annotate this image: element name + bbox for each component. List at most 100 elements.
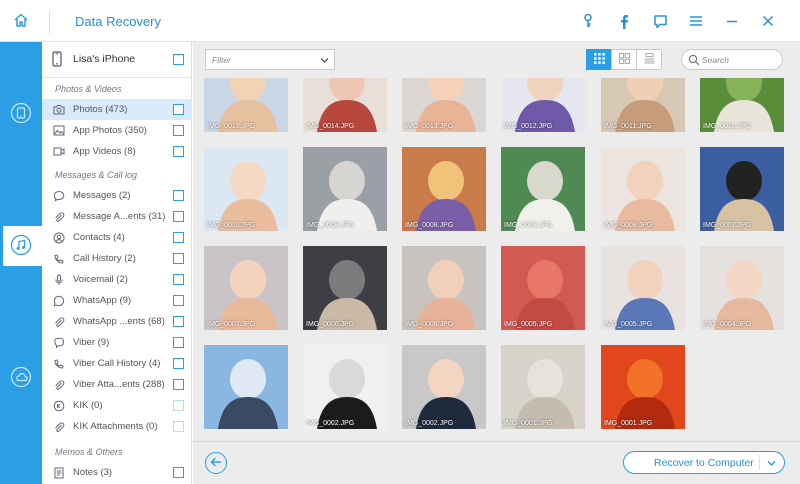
sidebar-item-whatsapp-attachments[interactable]: WhatsApp ...ents (68) <box>42 311 192 332</box>
photo-thumbnail[interactable]: IMG_0010.JPG <box>204 147 288 231</box>
photo-thumbnail[interactable] <box>204 345 288 429</box>
sidebar-item-checkbox[interactable] <box>173 146 184 157</box>
photo-thumbnail[interactable]: IMG_0001.JPG <box>601 345 685 429</box>
sidebar-item-label: WhatsApp ...ents (68) <box>73 316 165 327</box>
sidebar-item-call-history[interactable]: Call History (2) <box>42 248 192 269</box>
sidebar-item-checkbox[interactable] <box>173 211 184 222</box>
photo-thumbnail[interactable]: IMG_0012.JPG <box>501 78 585 132</box>
sidebar-item-checkbox[interactable] <box>173 104 184 115</box>
photo-image <box>303 246 387 330</box>
photo-image <box>501 147 585 231</box>
sidebar-item-checkbox[interactable] <box>173 295 184 306</box>
photo-image <box>402 147 486 231</box>
sidebar-item-label: Viber Call History (4) <box>73 358 161 369</box>
photo-caption: IMG_0011.JPG <box>604 123 652 130</box>
photo-thumbnail[interactable]: IMG_0005.JPG <box>501 246 585 330</box>
photo-thumbnail[interactable]: IMG_0004.JPG <box>700 246 784 330</box>
sidebar-item-whatsapp[interactable]: WhatsApp (9) <box>42 290 192 311</box>
sidebar-item-message-attachments[interactable]: Message A...ents (31) <box>42 206 192 227</box>
menu-button[interactable] <box>678 0 714 42</box>
sidebar-item-kik-attachments[interactable]: KIK Attachments (0) <box>42 416 192 437</box>
grid-view-button[interactable] <box>586 49 612 70</box>
arrow-left-icon <box>210 457 222 470</box>
recover-from-itunes-button[interactable] <box>0 226 42 266</box>
photo-thumbnail[interactable]: IMG_0008.JPG <box>402 147 486 231</box>
sidebar-item-app-videos[interactable]: App Videos (8) <box>42 141 192 162</box>
attachment-icon <box>52 315 65 328</box>
home-button[interactable] <box>0 0 42 42</box>
sidebar-item-checkbox[interactable] <box>173 190 184 201</box>
feedback-button[interactable] <box>642 0 678 42</box>
sidebar-item-checkbox[interactable] <box>173 125 184 136</box>
photo-thumbnail[interactable]: IMG_0009.JPG <box>303 147 387 231</box>
photo-thumbnail[interactable]: IMG_0008.JPG <box>501 147 585 231</box>
sidebar-item-photos[interactable]: Photos (473) <box>42 99 192 120</box>
photo-thumbnail[interactable]: IMG_0007.JPG <box>204 246 288 330</box>
recover-from-device-button[interactable] <box>0 94 42 134</box>
sidebar-item-kik[interactable]: KIK (0) <box>42 395 192 416</box>
photo-thumbnail[interactable]: IMG_0005.JPG <box>601 246 685 330</box>
facebook-button[interactable] <box>606 0 642 42</box>
microphone-icon <box>52 273 65 286</box>
close-button[interactable] <box>750 0 786 42</box>
feedback-icon <box>653 14 668 29</box>
photo-caption: IMG_0012.JPG <box>504 123 553 130</box>
large-grid-view-button[interactable] <box>611 49 637 70</box>
sidebar-item-checkbox[interactable] <box>173 337 184 348</box>
call-icon <box>52 252 65 265</box>
photo-image <box>303 147 387 231</box>
photo-caption: IMG_0014.JPG <box>306 123 355 130</box>
photo-thumbnail[interactable]: IMG_0013.JPG <box>402 78 486 132</box>
photo-caption: IMG_0008.JPG <box>604 222 653 229</box>
photo-caption: IMG_0004.JPG <box>703 321 752 328</box>
sidebar-item-notes[interactable]: Notes (3) <box>42 462 192 483</box>
photo-thumbnail[interactable]: IMG_0007.JPG <box>700 147 784 231</box>
viber-icon <box>52 336 65 349</box>
sidebar-item-checkbox[interactable] <box>173 316 184 327</box>
sidebar-item-messages[interactable]: Messages (2) <box>42 185 192 206</box>
photo-image <box>204 345 288 429</box>
device-select-all-checkbox[interactable] <box>173 54 184 65</box>
chevron-down-icon[interactable] <box>767 459 776 470</box>
photo-thumbnail[interactable]: IMG_0010.JPG <box>700 78 784 132</box>
sidebar-item-checkbox[interactable] <box>173 421 184 432</box>
sidebar-item-viber-call-history[interactable]: Viber Call History (4) <box>42 353 192 374</box>
recover-from-icloud-button[interactable] <box>0 358 42 398</box>
photo-thumbnail[interactable]: IMG_0006.JPG <box>303 246 387 330</box>
photo-caption: IMG_0008.JPG <box>405 222 454 229</box>
sidebar-item-checkbox[interactable] <box>173 358 184 369</box>
photo-thumbnail[interactable]: IMG_0002.JPG <box>303 345 387 429</box>
list-view-button[interactable] <box>636 49 662 70</box>
sidebar-item-checkbox[interactable] <box>173 274 184 285</box>
key-button[interactable] <box>570 0 606 42</box>
photo-thumbnail[interactable]: IMG_0006.JPG <box>402 246 486 330</box>
footer-bar: Recover to Computer <box>193 441 800 484</box>
photo-thumbnail[interactable]: IMG_0014.JPG <box>303 78 387 132</box>
photo-image <box>402 345 486 429</box>
sidebar-item-viber-attachments[interactable]: Viber Atta...ents (288) <box>42 374 192 395</box>
search-box[interactable] <box>681 49 783 70</box>
sidebar-item-checkbox[interactable] <box>173 253 184 264</box>
sidebar-item-label: KIK Attachments (0) <box>73 421 158 432</box>
sidebar-item-label: Message A...ents (31) <box>73 211 166 222</box>
minimize-button[interactable] <box>714 0 750 42</box>
sidebar-item-voicemail[interactable]: Voicemail (2) <box>42 269 192 290</box>
sidebar-item-viber[interactable]: Viber (9) <box>42 332 192 353</box>
sidebar-item-app-photos[interactable]: App Photos (350) <box>42 120 192 141</box>
photo-thumbnail[interactable]: IMG_0015.JPG <box>204 78 288 132</box>
sidebar-item-checkbox[interactable] <box>173 232 184 243</box>
minimize-icon <box>725 14 739 28</box>
photo-thumbnail[interactable]: IMG_0011.JPG <box>601 78 685 132</box>
photo-thumbnail[interactable]: IMG_0008.JPG <box>601 147 685 231</box>
photo-thumbnail[interactable]: IMG_0001.JPG <box>501 345 585 429</box>
sidebar-item-contacts[interactable]: Contacts (4) <box>42 227 192 248</box>
attachment-icon <box>52 378 65 391</box>
filter-dropdown[interactable]: Filter <box>205 49 335 70</box>
sidebar-item-checkbox[interactable] <box>173 467 184 478</box>
sidebar-item-checkbox[interactable] <box>173 400 184 411</box>
back-button[interactable] <box>205 452 227 474</box>
sidebar-item-checkbox[interactable] <box>173 379 184 390</box>
recover-to-computer-button[interactable]: Recover to Computer <box>623 451 785 474</box>
search-input[interactable] <box>702 53 778 67</box>
photo-thumbnail[interactable]: IMG_0002.JPG <box>402 345 486 429</box>
